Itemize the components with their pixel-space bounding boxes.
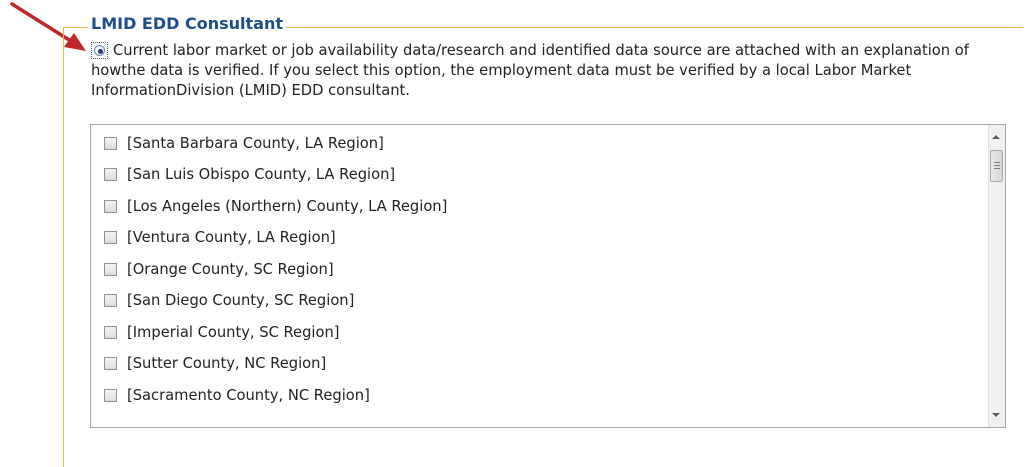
county-list-item[interactable]: [Los Angeles (Northern) County, LA Regio… — [104, 194, 447, 218]
county-list-item[interactable]: [Orange County, SC Region] — [104, 257, 334, 281]
county-list-item[interactable]: [Imperial County, SC Region] — [104, 320, 340, 344]
county-label: [San Diego County, SC Region] — [127, 292, 355, 309]
option-description: Current labor market or job availability… — [91, 42, 969, 99]
county-list-item[interactable]: [Santa Barbara County, LA Region] — [104, 131, 384, 155]
county-list-item[interactable]: [Sacramento County, NC Region] — [104, 383, 370, 407]
county-label: [Santa Barbara County, LA Region] — [127, 134, 384, 152]
scroll-up-icon[interactable] — [992, 135, 1000, 139]
county-checkbox[interactable] — [104, 199, 117, 213]
county-list-item[interactable]: [San Diego County, SC Region] — [104, 289, 354, 313]
county-checkbox[interactable] — [104, 325, 117, 339]
county-checkbox[interactable] — [104, 357, 117, 370]
county-label: [Sutter County, NC Region] — [127, 355, 327, 372]
county-list-item[interactable]: [Ventura County, LA Region] — [104, 226, 336, 250]
county-label: [San Luis Obispo County, LA Region] — [127, 166, 396, 183]
county-checkbox[interactable] — [104, 168, 117, 181]
county-listbox[interactable]: [Santa Barbara County, LA Region] [San Lu… — [90, 124, 1006, 428]
county-list-item[interactable]: [Sutter County, NC Region] — [104, 352, 326, 376]
county-label: [Sacramento County, NC Region] — [127, 386, 370, 404]
county-checkbox[interactable] — [104, 136, 117, 150]
scrollbar-thumb[interactable] — [990, 150, 1003, 182]
county-checkbox[interactable] — [104, 294, 117, 307]
county-label: [Orange County, SC Region] — [127, 260, 334, 278]
section-title: LMID EDD Consultant — [88, 14, 286, 34]
county-list-item[interactable]: [San Luis Obispo County, LA Region] — [104, 163, 395, 187]
county-checkbox[interactable] — [104, 231, 117, 244]
county-label: [Imperial County, SC Region] — [127, 323, 340, 341]
county-checkbox[interactable] — [104, 262, 117, 276]
county-checkbox[interactable] — [104, 388, 117, 402]
county-label: [Los Angeles (Northern) County, LA Regio… — [127, 197, 448, 215]
scroll-down-icon[interactable] — [992, 413, 1000, 417]
vertical-scrollbar[interactable] — [988, 125, 1005, 427]
county-label: [Ventura County, LA Region] — [127, 229, 336, 246]
